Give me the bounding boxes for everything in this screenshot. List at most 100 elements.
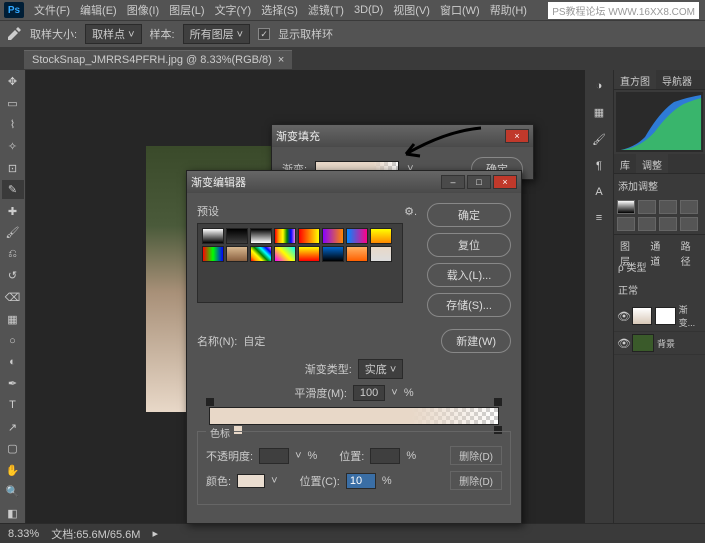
zoom-level[interactable]: 8.33% xyxy=(8,528,39,540)
marquee-tool[interactable]: ▭ xyxy=(2,94,24,114)
adj-vibrance-icon[interactable] xyxy=(617,217,635,231)
layer-gradient-fill[interactable]: 👁 渐变... xyxy=(614,301,705,332)
adj-bw-icon[interactable] xyxy=(659,217,677,231)
menu-image[interactable]: 图像(I) xyxy=(127,2,159,18)
layer-background[interactable]: 👁 背景 xyxy=(614,332,705,355)
gradient-bar[interactable] xyxy=(209,407,499,425)
preset-swatch[interactable] xyxy=(226,246,248,262)
preset-swatch[interactable] xyxy=(322,228,344,244)
eraser-tool[interactable]: ⌫ xyxy=(2,288,24,308)
color-swatches[interactable]: ◧ xyxy=(2,504,24,524)
heal-tool[interactable]: ✚ xyxy=(2,201,24,221)
lasso-tool[interactable]: ⌇ xyxy=(2,115,24,135)
opacity-stop[interactable] xyxy=(494,398,502,406)
gradient-tool[interactable]: ▦ xyxy=(2,309,24,329)
tab-library[interactable]: 库 xyxy=(614,154,636,173)
sample-size-select[interactable]: 取样点 ˅ xyxy=(85,24,141,44)
preset-swatch[interactable] xyxy=(298,228,320,244)
zoom-tool[interactable]: 🔍 xyxy=(2,482,24,502)
new-button[interactable]: 新建(W) xyxy=(441,329,511,353)
minimize-button[interactable]: – xyxy=(441,175,465,189)
preset-swatch[interactable] xyxy=(370,246,392,262)
eyedropper-tool[interactable]: ✎ xyxy=(2,180,24,200)
color-icon[interactable]: ◑ xyxy=(596,80,603,92)
show-ring-checkbox[interactable] xyxy=(258,28,270,40)
name-value[interactable]: 自定 xyxy=(243,333,435,349)
dodge-tool[interactable]: ◐ xyxy=(2,353,24,373)
tab-channels[interactable]: 通道 xyxy=(644,235,674,255)
preset-swatch[interactable] xyxy=(226,228,248,244)
status-arrow-icon[interactable]: ▸ xyxy=(152,527,158,540)
position-c-input[interactable] xyxy=(346,473,376,489)
adj-exposure-icon[interactable] xyxy=(680,200,698,214)
close-button[interactable]: × xyxy=(493,175,517,189)
menu-select[interactable]: 选择(S) xyxy=(261,2,298,18)
opacity-input[interactable] xyxy=(259,448,289,464)
adj-brightness-icon[interactable] xyxy=(617,200,635,214)
character-icon[interactable]: A xyxy=(595,186,602,198)
preset-swatch[interactable] xyxy=(274,246,296,262)
preset-swatch[interactable] xyxy=(202,228,224,244)
preset-swatch[interactable] xyxy=(202,246,224,262)
save-button[interactable]: 存储(S)... xyxy=(427,293,511,317)
position-input[interactable] xyxy=(370,448,400,464)
menu-help[interactable]: 帮助(H) xyxy=(490,2,527,18)
preset-swatch[interactable] xyxy=(346,228,368,244)
smoothness-input[interactable]: 100 xyxy=(353,385,385,401)
tab-paths[interactable]: 路径 xyxy=(675,235,705,255)
path-tool[interactable]: ↗ xyxy=(2,417,24,437)
wand-tool[interactable]: ✧ xyxy=(2,137,24,157)
preset-swatch[interactable] xyxy=(370,228,392,244)
menu-3d[interactable]: 3D(D) xyxy=(354,4,383,16)
type-tool[interactable]: T xyxy=(2,396,24,416)
blend-mode-select[interactable]: 正常 xyxy=(614,278,705,301)
dialog-titlebar[interactable]: 渐变编辑器 – □ × xyxy=(187,171,521,193)
brush-icon[interactable]: 🖌 xyxy=(592,133,606,146)
menu-window[interactable]: 窗口(W) xyxy=(440,2,480,18)
crop-tool[interactable]: ⊡ xyxy=(2,158,24,178)
adj-hue-icon[interactable] xyxy=(638,217,656,231)
shape-tool[interactable]: ▢ xyxy=(2,439,24,459)
tab-histogram[interactable]: 直方图 xyxy=(614,70,656,89)
styles-icon[interactable]: ≡ xyxy=(596,212,602,224)
pen-tool[interactable]: ✒ xyxy=(2,374,24,394)
reset-button[interactable]: 复位 xyxy=(427,233,511,257)
load-button[interactable]: 载入(L)... xyxy=(427,263,511,287)
close-icon[interactable]: × xyxy=(278,54,284,66)
menu-view[interactable]: 视图(V) xyxy=(393,2,430,18)
adj-curves-icon[interactable] xyxy=(659,200,677,214)
tab-navigator[interactable]: 导航器 xyxy=(656,70,698,89)
preset-swatch[interactable] xyxy=(322,246,344,262)
preset-swatch[interactable] xyxy=(298,246,320,262)
type-select[interactable]: 实底 ˅ xyxy=(358,359,403,379)
tab-layers[interactable]: 图层 xyxy=(614,235,644,255)
hand-tool[interactable]: ✋ xyxy=(2,460,24,480)
maximize-button[interactable]: □ xyxy=(467,175,491,189)
delete-button[interactable]: 删除(D) xyxy=(450,471,502,490)
blur-tool[interactable]: ○ xyxy=(2,331,24,351)
brush-tool[interactable]: 🖌 xyxy=(2,223,24,243)
gear-icon[interactable]: ⚙. xyxy=(404,205,417,218)
history-brush-tool[interactable]: ↺ xyxy=(2,266,24,286)
preset-swatch[interactable] xyxy=(274,228,296,244)
menu-type[interactable]: 文字(Y) xyxy=(215,2,252,18)
swatches-icon[interactable]: ▦ xyxy=(594,106,604,119)
dialog-titlebar[interactable]: 渐变填充 × xyxy=(272,125,533,147)
visibility-icon[interactable]: 👁 xyxy=(617,310,629,323)
stamp-tool[interactable]: ⎌ xyxy=(2,245,24,265)
color-swatch[interactable] xyxy=(237,474,265,488)
close-button[interactable]: × xyxy=(505,129,529,143)
preset-swatch[interactable] xyxy=(250,228,272,244)
opacity-stop[interactable] xyxy=(206,398,214,406)
visibility-icon[interactable]: 👁 xyxy=(617,337,629,350)
adj-photo-filter-icon[interactable] xyxy=(680,217,698,231)
menu-filter[interactable]: 滤镜(T) xyxy=(308,2,344,18)
menu-file[interactable]: 文件(F) xyxy=(34,2,70,18)
move-tool[interactable]: ✥ xyxy=(2,72,24,92)
adj-levels-icon[interactable] xyxy=(638,200,656,214)
sample-select[interactable]: 所有图层 ˅ xyxy=(183,24,250,44)
document-tab[interactable]: StockSnap_JMRRS4PFRH.jpg @ 8.33%(RGB/8) … xyxy=(24,50,292,69)
paragraph-icon[interactable]: ¶ xyxy=(596,160,602,172)
menu-layer[interactable]: 图层(L) xyxy=(169,2,204,18)
preset-swatch[interactable] xyxy=(250,246,272,262)
